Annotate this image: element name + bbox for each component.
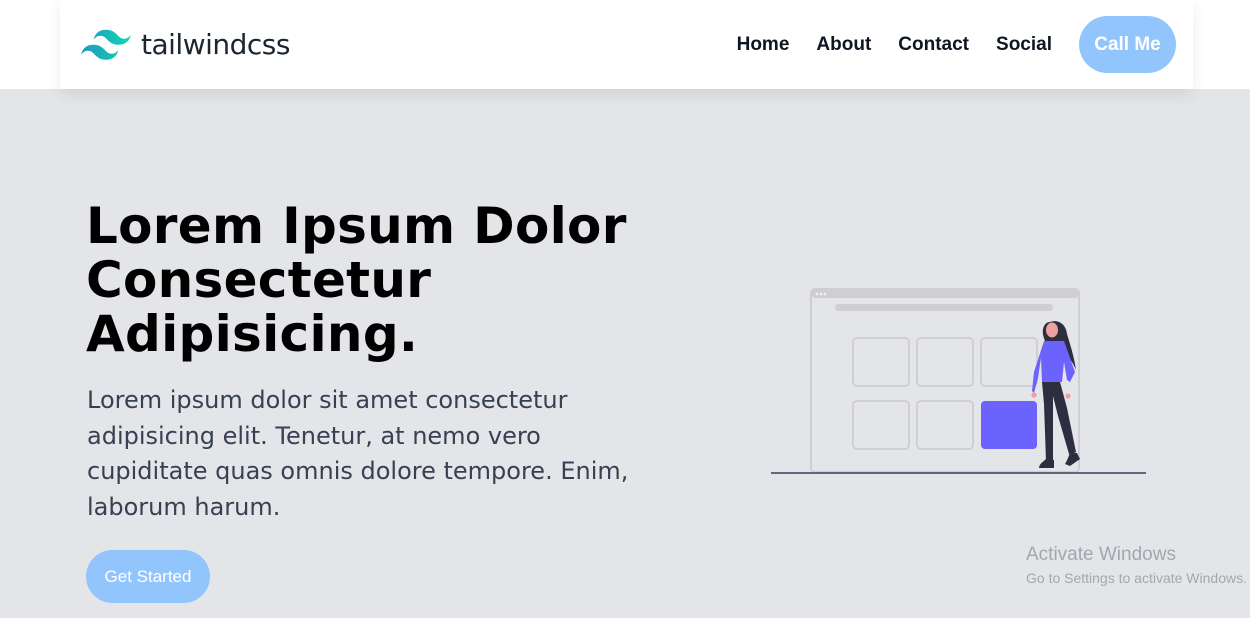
hero-heading-line-2: Consectetur: [86, 251, 432, 309]
nav-link-contact[interactable]: Contact: [898, 34, 969, 56]
hero-heading-line-1: Lorem Ipsum Dolor: [86, 197, 627, 255]
watermark-subtitle: Go to Settings to activate Windows.: [1026, 570, 1247, 586]
nav-right: Home About Contact Social Call Me: [737, 16, 1176, 73]
nav-link-home[interactable]: Home: [737, 34, 790, 56]
page: tailwindcss Home About Contact Social Ca…: [0, 0, 1250, 618]
nav-link-social[interactable]: Social: [996, 34, 1052, 56]
get-started-button[interactable]: Get Started: [86, 550, 210, 603]
woman-with-grid-illustration: [771, 288, 1146, 474]
brand-name: tailwindcss: [141, 28, 290, 61]
hero-heading: Lorem Ipsum Dolor Consectetur Adipisicin…: [86, 199, 686, 361]
nav-links: Home About Contact Social: [737, 34, 1052, 56]
hero-heading-line-3: Adipisicing.: [86, 305, 419, 363]
nav-link-about[interactable]: About: [816, 34, 871, 56]
call-me-button[interactable]: Call Me: [1079, 16, 1176, 73]
watermark-title: Activate Windows: [1026, 544, 1176, 565]
hero-paragraph: Lorem ipsum dolor sit amet consectetur a…: [87, 386, 629, 521]
activate-windows-watermark: Activate Windows Go to Settings to activ…: [1026, 543, 1247, 588]
logo[interactable]: tailwindcss: [81, 28, 290, 61]
navbar: tailwindcss Home About Contact Social Ca…: [60, 0, 1193, 89]
tailwind-logo-icon: [81, 29, 131, 60]
